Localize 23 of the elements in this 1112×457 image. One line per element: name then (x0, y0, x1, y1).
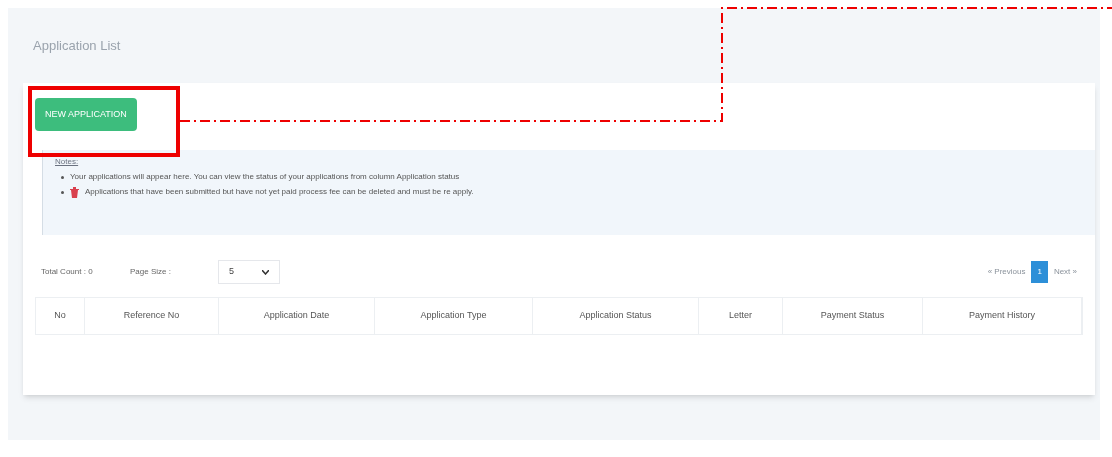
column-header: Application Date (219, 298, 375, 334)
column-header: Reference No (85, 298, 219, 334)
bullet-icon (61, 190, 64, 194)
total-count: Total Count : 0 (41, 266, 94, 278)
chevron-down-icon (262, 269, 269, 275)
note-text: Your applications will appear here. You can view the status of your applications from column Application status (70, 171, 460, 183)
bullet-icon (61, 175, 64, 179)
notes-heading: Notes: (55, 156, 80, 168)
note-text: Applications that have been submitted but have not yet paid process fee can be deleted and must be re apply. (85, 186, 474, 198)
page-size-select[interactable]: 5 (218, 260, 280, 284)
page-title: Application List (33, 36, 121, 55)
column-header: Application Status (533, 298, 699, 334)
column-header: No (36, 298, 85, 334)
column-header: Payment History (923, 298, 1082, 334)
column-header: Letter (699, 298, 783, 334)
previous-link[interactable]: « Previous (987, 266, 1026, 278)
column-header: Payment Status (783, 298, 923, 334)
new-application-button[interactable]: NEW APPLICATION (35, 98, 137, 131)
column-header: Application Type (375, 298, 533, 334)
trash-icon (70, 186, 79, 198)
next-link[interactable]: Next » (1053, 266, 1077, 278)
page-size-label: Page Size : (130, 266, 172, 278)
page-number[interactable]: 1 (1031, 261, 1048, 283)
